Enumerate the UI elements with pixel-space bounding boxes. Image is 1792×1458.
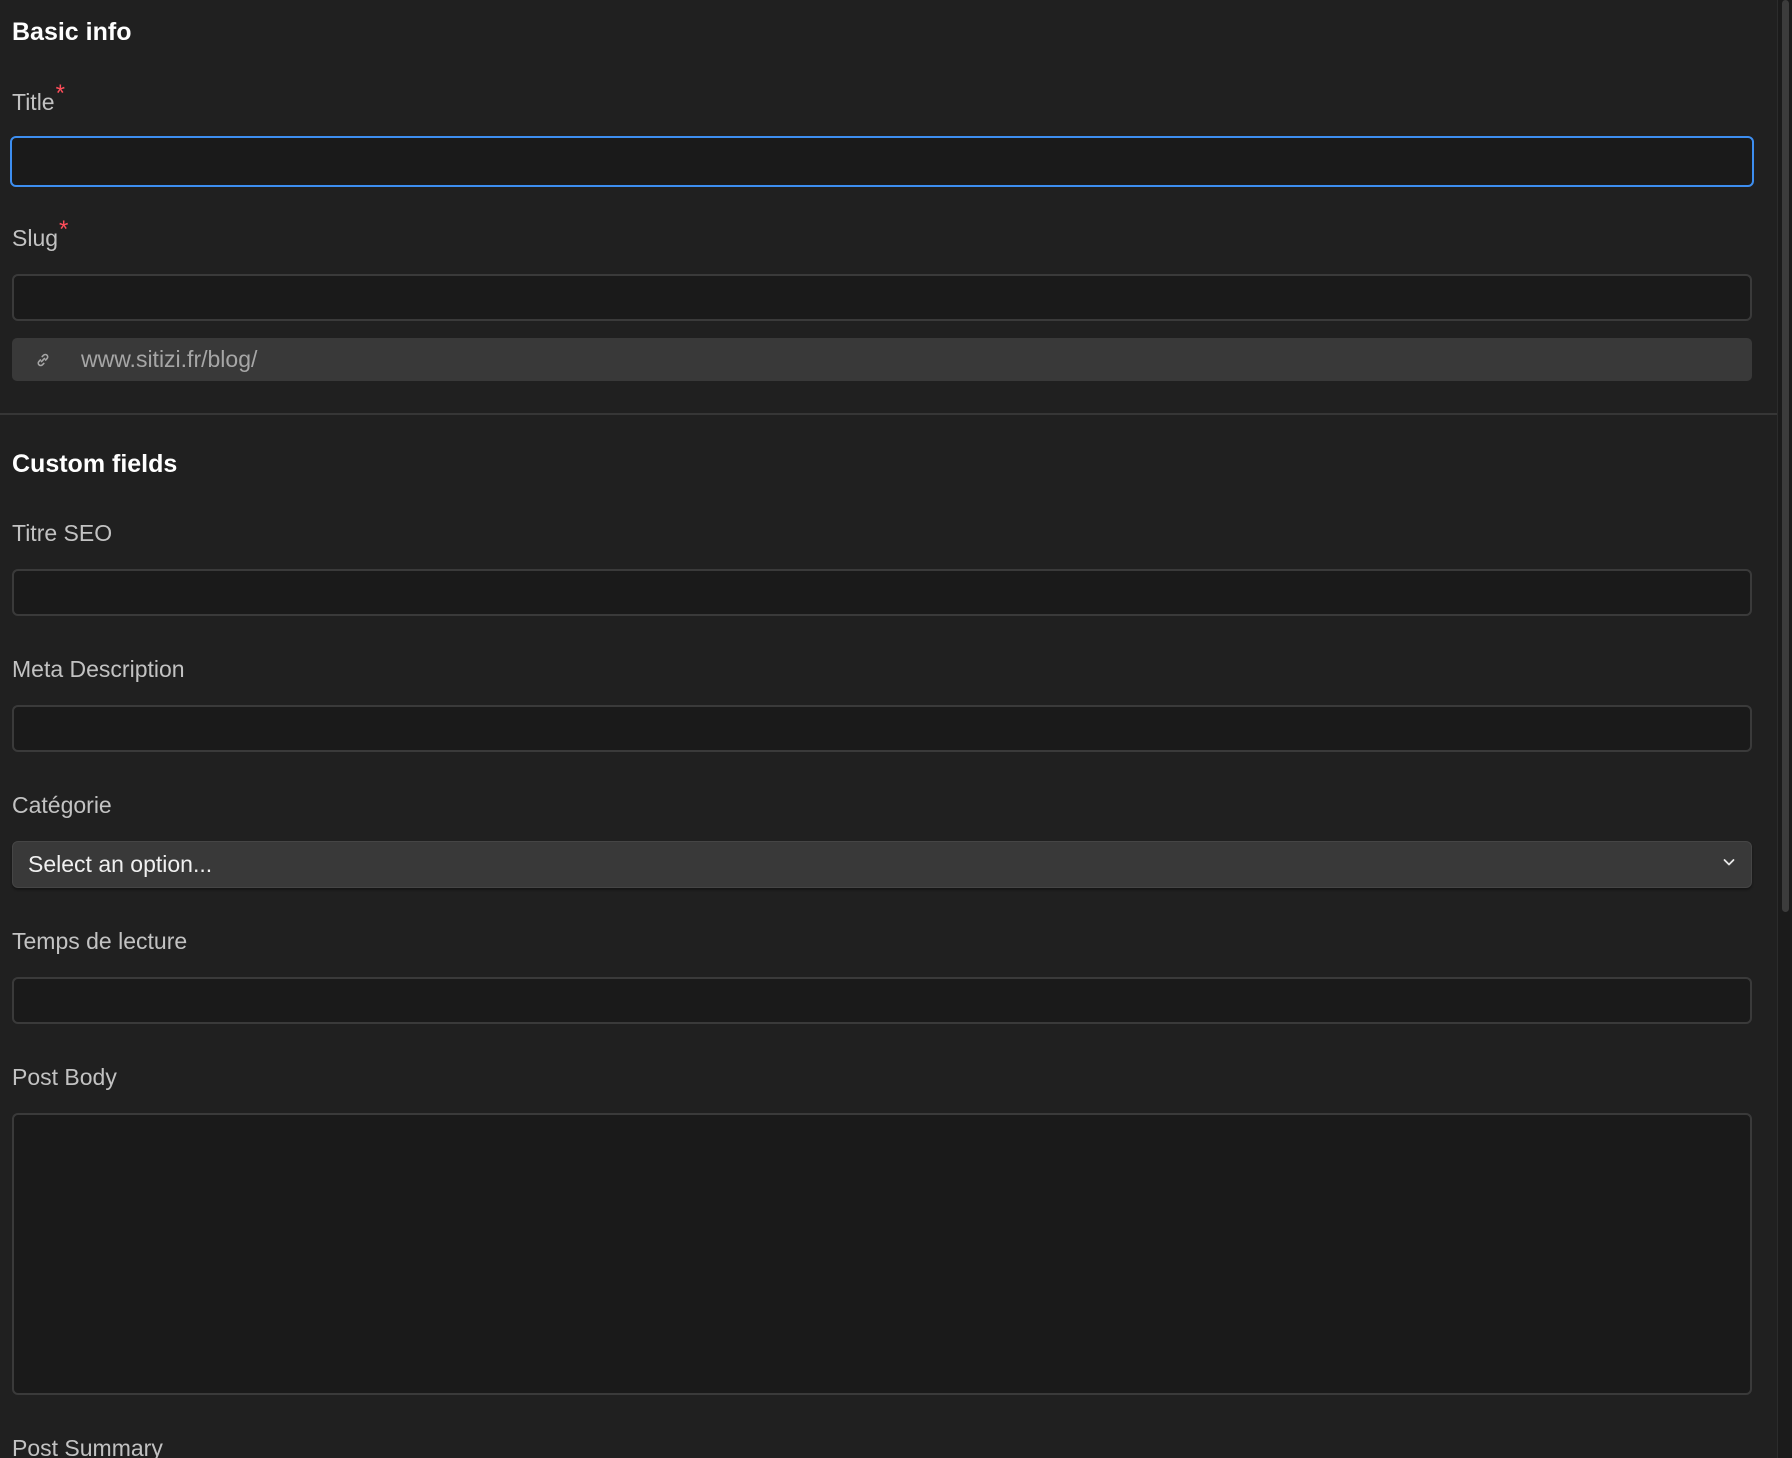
slug-url-preview: www.sitizi.fr/blog/ (12, 338, 1752, 381)
vertical-scrollbar[interactable] (1777, 0, 1792, 1458)
categorie-label: Catégorie (12, 792, 112, 818)
meta-description-label: Meta Description (12, 656, 185, 682)
cms-item-editor: Basic info Title* Slug* www.sitizi.fr/bl… (0, 0, 1792, 1458)
slug-label-wrap: Slug* (12, 216, 68, 253)
editor-form: Basic info Title* Slug* www.sitizi.fr/bl… (0, 0, 1777, 1458)
temps-de-lecture-input[interactable] (12, 977, 1752, 1024)
title-input[interactable] (10, 136, 1754, 187)
categorie-select[interactable]: Select an option... (12, 841, 1752, 888)
post-body-textarea[interactable] (12, 1113, 1752, 1395)
titre-seo-label: Titre SEO (12, 520, 113, 546)
post-summary-label: Post Summary (12, 1435, 163, 1458)
title-label: Title (12, 89, 55, 115)
post-body-label: Post Body (12, 1064, 117, 1090)
section-divider (0, 413, 1777, 415)
custom-fields-heading: Custom fields (12, 450, 178, 478)
title-required-mark: * (55, 80, 65, 107)
title-label-wrap: Title* (12, 80, 65, 117)
chevron-down-icon (1721, 854, 1737, 875)
slug-label: Slug (12, 225, 59, 251)
scrollbar-thumb[interactable] (1782, 0, 1789, 912)
basic-info-heading: Basic info (12, 18, 132, 46)
slug-input[interactable] (12, 274, 1752, 321)
slug-required-mark: * (59, 216, 69, 243)
categorie-selected-value: Select an option... (28, 851, 213, 877)
titre-seo-input[interactable] (12, 569, 1752, 616)
link-icon (32, 349, 54, 371)
meta-description-input[interactable] (12, 705, 1752, 752)
slug-url-text: www.sitizi.fr/blog/ (81, 346, 258, 372)
temps-de-lecture-label: Temps de lecture (12, 928, 188, 954)
